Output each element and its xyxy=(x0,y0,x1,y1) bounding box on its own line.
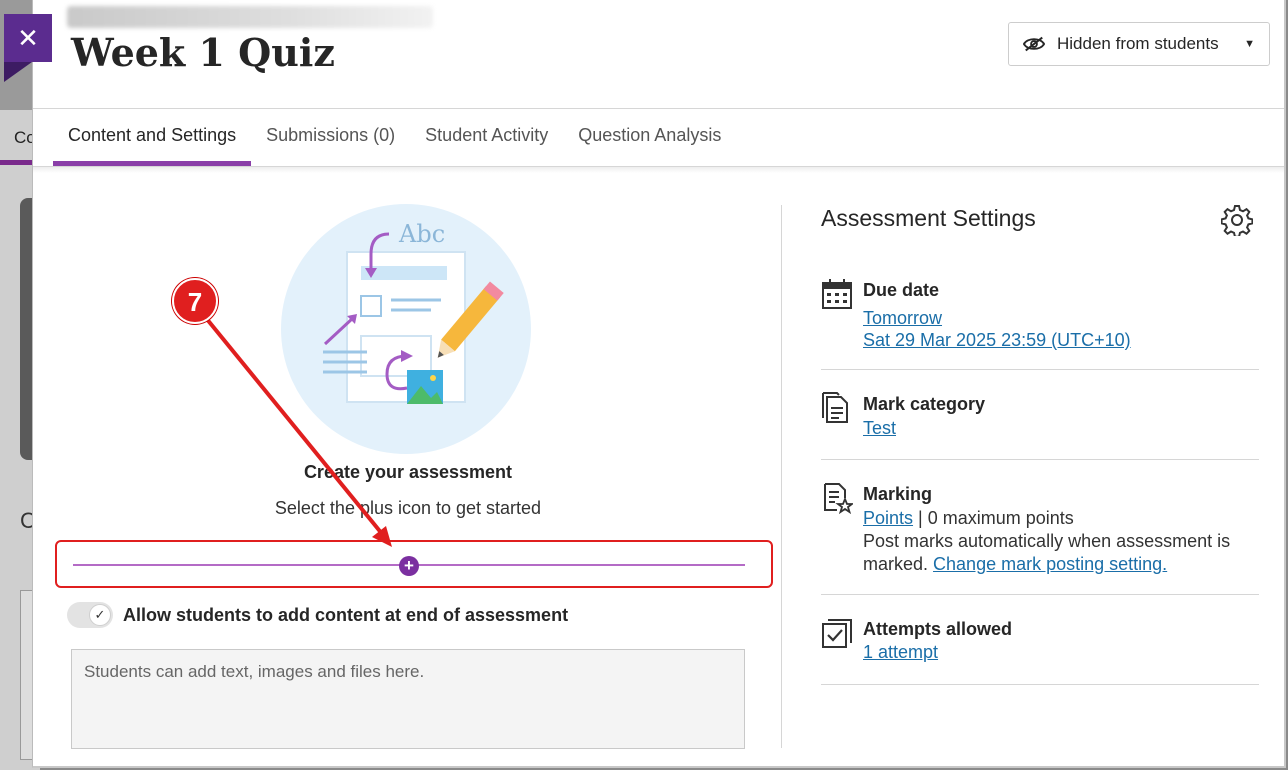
assessment-settings-title: Assessment Settings xyxy=(821,205,1036,231)
settings-divider xyxy=(821,459,1259,460)
create-assessment-subtitle: Select the plus icon to get started xyxy=(274,498,542,518)
mark-category-setting: Mark category Test xyxy=(821,392,1259,448)
add-content-row: + xyxy=(55,540,773,588)
plus-icon: + xyxy=(404,556,414,575)
close-icon: ✕ xyxy=(17,22,39,53)
marking-post-text: Post marks automatically when assessment… xyxy=(863,531,1231,551)
tab-bar: Content and Settings Submissions (0) Stu… xyxy=(53,110,736,166)
student-content-placeholder: Students can add text, images and files … xyxy=(84,662,425,681)
illustration-text: Abc xyxy=(398,220,445,248)
attempts-link[interactable]: 1 attempt xyxy=(863,642,938,662)
mark-category-label: Mark category xyxy=(863,394,986,414)
tab-question-analysis[interactable]: Question Analysis xyxy=(563,110,736,166)
marking-scheme-link[interactable]: Points xyxy=(863,508,913,528)
attempts-label: Attempts allowed xyxy=(863,619,1013,639)
close-button-tail xyxy=(4,62,32,82)
marking-setting: Marking Points | 0 maximum points Post m… xyxy=(821,482,1259,582)
settings-divider xyxy=(821,594,1259,595)
marking-post-text-end: marked. xyxy=(863,554,934,574)
tab-student-activity[interactable]: Student Activity xyxy=(410,110,563,166)
breadcrumb-blurred xyxy=(67,6,433,28)
visibility-dropdown[interactable]: Hidden from students ▼ xyxy=(1008,22,1270,66)
gear-icon[interactable] xyxy=(1221,204,1253,236)
check-icon: ✓ xyxy=(89,604,111,626)
due-date-relative-link[interactable]: Tomorrow xyxy=(863,308,942,328)
document-star-icon xyxy=(824,483,853,514)
due-date-label: Due date xyxy=(863,280,940,300)
eye-slash-icon xyxy=(1023,36,1045,52)
add-content-plus-button[interactable]: + xyxy=(399,556,419,576)
step-number-badge: 7 xyxy=(172,278,218,324)
change-mark-posting-link[interactable]: Change mark posting setting. xyxy=(933,554,1167,574)
marking-points-text: | 0 maximum points xyxy=(913,508,1074,528)
visibility-label: Hidden from students xyxy=(1057,34,1219,53)
allow-students-row: ✓ Allow students to add content at end o… xyxy=(67,602,568,628)
assessment-panel: Week 1 Quiz Hidden from students ▼ Conte… xyxy=(32,0,1286,768)
tab-content-and-settings[interactable]: Content and Settings xyxy=(53,110,252,166)
assessment-illustration: Abc xyxy=(281,204,531,454)
attempts-setting: Attempts allowed 1 attempt xyxy=(821,617,1259,673)
column-divider xyxy=(781,205,782,748)
chevron-down-icon: ▼ xyxy=(1244,38,1255,50)
checkbox-stack-icon xyxy=(822,619,852,648)
close-button[interactable]: ✕ xyxy=(4,14,52,62)
document-icon xyxy=(822,392,848,423)
settings-divider xyxy=(821,684,1259,685)
header-divider xyxy=(33,108,1284,109)
page-title: Week 1 Quiz xyxy=(71,30,335,75)
due-date-setting: Due date Tomorrow Sat 29 Mar 2025 23:59 … xyxy=(821,278,1259,358)
background-tab-indicator xyxy=(0,160,32,165)
create-assessment-title: Create your assessment xyxy=(303,462,513,482)
allow-students-toggle[interactable]: ✓ xyxy=(67,602,113,628)
calendar-icon xyxy=(822,279,852,309)
student-content-field[interactable]: Students can add text, images and files … xyxy=(71,649,745,749)
mark-category-link[interactable]: Test xyxy=(863,418,896,438)
marking-label: Marking xyxy=(863,484,933,504)
settings-divider xyxy=(821,369,1259,370)
tab-submissions[interactable]: Submissions (0) xyxy=(251,110,410,166)
tabs-shadow xyxy=(33,167,1284,173)
allow-students-label: Allow students to add content at end of … xyxy=(123,604,569,625)
due-date-datetime-link[interactable]: Sat 29 Mar 2025 23:59 (UTC+10) xyxy=(863,330,1131,350)
